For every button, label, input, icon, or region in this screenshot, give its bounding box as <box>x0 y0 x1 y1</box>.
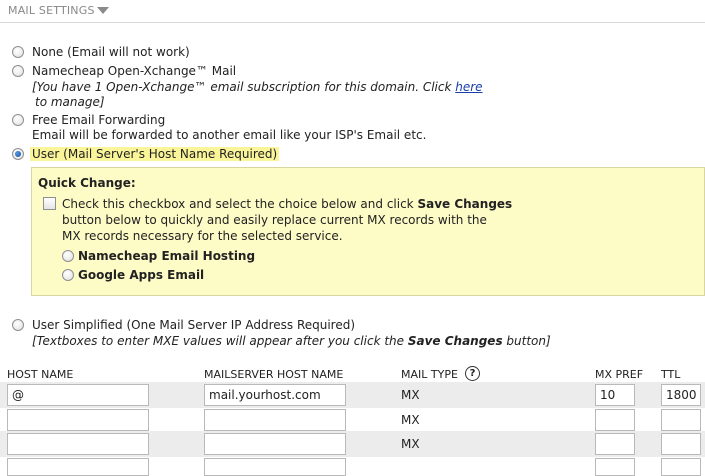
col-host-name: HOST NAME <box>7 368 74 381</box>
col-ttl: TTL <box>661 368 681 381</box>
open-xchange-note: [You have 1 Open-Xchange™ email subscrip… <box>32 80 483 94</box>
mail-settings-title: MAIL SETTINGS <box>8 4 95 17</box>
choice-namecheap-hosting: Namecheap Email Hosting <box>78 249 256 263</box>
col-mx-pref: MX PREF <box>595 368 644 381</box>
quick-change-line1-text: Check this checkbox and select the choic… <box>62 197 418 211</box>
option-user-simplified-label: User Simplified (One Mail Server IP Addr… <box>32 318 356 332</box>
option-forwarding-label: Free Email Forwarding <box>32 113 166 127</box>
radio-user[interactable] <box>12 148 24 160</box>
ttl-input[interactable] <box>661 409 701 431</box>
mx-pref-input[interactable] <box>595 384 635 406</box>
manage-here-link[interactable]: here <box>455 80 482 94</box>
chevron-down-icon[interactable] <box>97 7 109 14</box>
ttl-input[interactable] <box>661 433 701 455</box>
quick-change-panel: Quick Change: Check this checkbox and se… <box>31 167 705 296</box>
col-mailserver-host: MAILSERVER HOST NAME <box>204 368 344 381</box>
mailserver-input[interactable] <box>204 433 346 455</box>
host-name-input[interactable] <box>7 409 149 431</box>
mail-type-value: MX <box>401 413 420 427</box>
mailserver-input[interactable] <box>204 458 346 476</box>
forwarding-description: Email will be forwarded to another email… <box>32 128 427 142</box>
quick-change-checkbox[interactable] <box>43 197 56 210</box>
mail-settings-header[interactable]: MAIL SETTINGS <box>0 0 705 23</box>
quick-change-line1: Check this checkbox and select the choic… <box>62 197 512 211</box>
host-name-input[interactable] <box>7 458 149 476</box>
mail-type-value: MX <box>401 437 420 451</box>
option-open-xchange-label: Namecheap Open-Xchange™ Mail <box>32 64 237 78</box>
quick-change-line2: button below to quickly and easily repla… <box>62 213 487 227</box>
radio-namecheap-hosting[interactable] <box>62 250 74 262</box>
radio-email-forwarding[interactable] <box>12 114 24 126</box>
quick-change-title: Quick Change: <box>38 176 136 190</box>
open-xchange-note-end: to manage] <box>35 95 105 109</box>
quick-change-line3: MX records necessary for the selected se… <box>62 229 343 243</box>
mx-pref-input[interactable] <box>595 458 635 476</box>
mail-type-value: MX <box>401 388 420 402</box>
mx-pref-input[interactable] <box>595 433 635 455</box>
host-name-input[interactable] <box>7 384 149 406</box>
help-icon[interactable]: ? <box>465 366 480 381</box>
user-simplified-note-text: [Textboxes to enter MXE values will appe… <box>32 334 408 348</box>
radio-open-xchange[interactable] <box>12 65 24 77</box>
radio-none[interactable] <box>12 46 24 58</box>
mx-pref-input[interactable] <box>595 409 635 431</box>
host-name-input[interactable] <box>7 433 149 455</box>
open-xchange-note-text: [You have 1 Open-Xchange™ email subscrip… <box>32 80 456 94</box>
col-mail-type: MAIL TYPE <box>401 368 458 381</box>
radio-user-simplified[interactable] <box>12 319 24 331</box>
option-none-label: None (Email will not work) <box>32 45 190 59</box>
user-simplified-note: [Textboxes to enter MXE values will appe… <box>32 334 551 348</box>
save-changes-emphasis: Save Changes <box>417 197 513 211</box>
user-simplified-note-bold: Save Changes <box>407 334 503 348</box>
ttl-input[interactable] <box>661 384 701 406</box>
ttl-input[interactable] <box>661 458 701 476</box>
choice-google-apps: Google Apps Email <box>78 268 205 282</box>
mailserver-input[interactable] <box>204 409 346 431</box>
user-simplified-note-end: button] <box>502 334 551 348</box>
option-user-label: User (Mail Server's Host Name Required) <box>30 147 280 161</box>
radio-google-apps[interactable] <box>62 269 74 281</box>
mailserver-input[interactable] <box>204 384 346 406</box>
